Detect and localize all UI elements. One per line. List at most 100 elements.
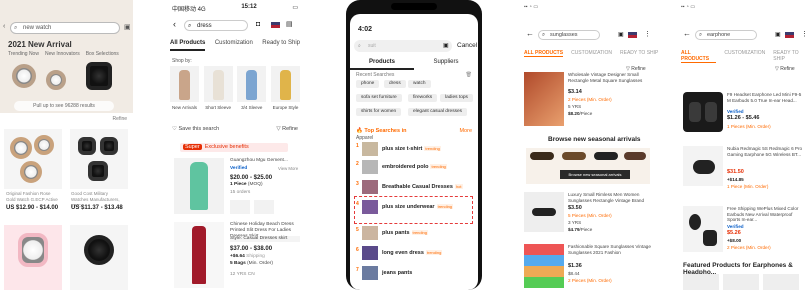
more-icon[interactable]: ⋮	[644, 30, 651, 38]
tab-all-products[interactable]: ALL PRODUCTS	[524, 50, 564, 57]
search-input[interactable]: ⌕ sunglasses	[538, 30, 600, 40]
pill-trending[interactable]: Trending Now	[8, 51, 39, 57]
supplier-years: 12 YRS CN	[230, 272, 255, 277]
product-image[interactable]	[4, 129, 62, 189]
rank-item[interactable]: 1 plus size t-shirt trending	[356, 142, 472, 156]
pill-box[interactable]: Box Selections	[86, 51, 119, 57]
featured-image[interactable]	[683, 274, 719, 290]
cancel-button[interactable]: Cancel	[457, 42, 477, 49]
product-image[interactable]	[524, 192, 564, 232]
save-search-button[interactable]: ♡ Save this search	[172, 126, 219, 132]
sunglasses-image	[624, 152, 646, 160]
tab-suppliers[interactable]: Suppliers	[414, 56, 478, 70]
supplier-title[interactable]: Guangzhou Mgu Gement...	[230, 158, 300, 164]
product-price: $5.26	[727, 230, 741, 236]
search-text: earphone	[707, 32, 731, 38]
product-image[interactable]	[70, 225, 128, 290]
tab-all-products[interactable]: All Products	[170, 40, 206, 51]
tab-all-products[interactable]: ALL PRODUCTS	[681, 50, 717, 63]
product-image[interactable]	[524, 244, 564, 288]
search-text: dress	[197, 23, 212, 29]
refine-button[interactable]: Refine	[113, 116, 127, 122]
flag-icon[interactable]	[271, 22, 280, 28]
back-icon[interactable]: ‹	[173, 19, 176, 29]
tab-ready-to-ship[interactable]: Ready to Ship	[262, 40, 300, 51]
product-title[interactable]: F9 Headset Earphone Led Mini F9-5 M Earb…	[727, 92, 805, 103]
flag-icon[interactable]	[785, 32, 794, 38]
product-image[interactable]	[683, 146, 723, 186]
tab-customization[interactable]: Customization	[215, 40, 253, 51]
notch	[391, 3, 437, 10]
thumb-image[interactable]	[254, 200, 274, 214]
product-title[interactable]: Nubia Redmagic 5S Redmagic 6 Pro Gaming …	[727, 146, 805, 157]
camera-icon[interactable]: ▣	[443, 42, 449, 49]
product-title[interactable]: Luxury Small Rimless Men Women Sunglasse…	[568, 192, 652, 203]
tab-ready-to-ship[interactable]: READY TO SHIP	[620, 50, 658, 57]
product-title[interactable]: Wholesale Vintage Designer Small Rectang…	[568, 72, 652, 83]
recent-chip[interactable]: phone	[356, 80, 380, 88]
back-icon[interactable]: ←	[683, 29, 691, 38]
tab-customization[interactable]: CUSTOMIZATION	[724, 50, 765, 63]
product-image[interactable]	[174, 158, 224, 214]
tab-products[interactable]: Products	[350, 56, 414, 70]
seasonal-banner[interactable]: Browse new seasonal arrivals	[526, 148, 650, 184]
recent-chip[interactable]: dress	[384, 80, 406, 88]
rank-item[interactable]: 3 Breathable Casual Dresses hot	[356, 180, 472, 194]
recent-chip[interactable]: ladies tops	[440, 94, 473, 102]
search-input[interactable]: ⌕ dress	[184, 20, 248, 31]
tab-ready-to-ship[interactable]: READY TO SHIP	[773, 50, 808, 63]
product-image[interactable]	[4, 225, 62, 290]
product-image[interactable]	[683, 206, 723, 252]
flag-icon[interactable]	[628, 32, 637, 38]
recent-chip[interactable]: elegant casual dresses	[408, 108, 468, 116]
style-europe[interactable]: Europe Style	[270, 66, 300, 110]
refine-button[interactable]: ▽ Refine	[276, 126, 298, 132]
rank-item[interactable]: 2 embroidered polo trending	[356, 160, 472, 174]
product-image[interactable]	[174, 222, 224, 288]
message-icon[interactable]: ▣	[618, 31, 624, 38]
status-bar: 中国移动 4G 15:12 ▭	[172, 4, 298, 13]
thumb-image[interactable]	[230, 200, 250, 214]
view-more-link[interactable]: View More	[278, 166, 298, 172]
style-short-sleeve[interactable]: Short Sleeve	[203, 66, 233, 110]
back-icon[interactable]: ←	[526, 29, 534, 38]
pill-innovators[interactable]: New Innovators	[45, 51, 80, 57]
product-price: $1.36	[568, 263, 582, 269]
recent-chip[interactable]: shirts for women	[356, 108, 402, 116]
tab-customization[interactable]: CUSTOMIZATION	[571, 50, 612, 57]
featured-image[interactable]	[763, 274, 799, 290]
camera-icon[interactable]: ▣	[124, 23, 131, 31]
product-title[interactable]: Free Shipping WePlus Mixed Color Earbuds…	[727, 206, 805, 223]
style-three-quarter-sleeve[interactable]: 3/4 Sleeve	[237, 66, 267, 110]
product-image[interactable]	[683, 92, 723, 132]
product-image[interactable]	[70, 129, 128, 189]
search-input[interactable]: ⌕ suit	[354, 40, 452, 52]
menu-icon[interactable]: ▤	[286, 20, 293, 28]
top-searches-category: Apparel	[356, 135, 374, 141]
message-icon[interactable]: ▣	[775, 31, 781, 38]
recent-chip[interactable]: sofa set furniture	[356, 94, 402, 102]
exclusive-benefits-banner[interactable]: Super Exclusive benefits	[180, 143, 288, 152]
product-image[interactable]	[524, 72, 564, 126]
back-icon[interactable]: ‹	[3, 23, 5, 30]
clock: 4:02	[358, 26, 373, 33]
more-link[interactable]: More	[459, 128, 472, 134]
rank-item[interactable]: 6 long even dress trending	[356, 246, 472, 260]
search-input[interactable]: ⌕ earphone	[695, 30, 757, 40]
more-icon[interactable]: ⋮	[801, 30, 808, 38]
refine-button[interactable]: ▽ Refine	[775, 66, 795, 72]
banner-cta[interactable]: Browse new seasonal arrivals	[560, 170, 630, 179]
rank-item[interactable]: 7 jeans pants	[356, 266, 472, 280]
product-title[interactable]: Fashionable Square Sunglasses Vintage Su…	[568, 244, 652, 255]
featured-image[interactable]	[723, 274, 759, 290]
rank-item[interactable]: 5 plus pants trending	[356, 226, 472, 240]
camera-icon[interactable]: ◘	[256, 21, 260, 28]
style-label: New Arrivals	[171, 105, 197, 110]
style-new-arrivals[interactable]: New Arrivals	[170, 66, 199, 110]
recent-chip[interactable]: watch	[408, 80, 431, 88]
search-input[interactable]: ⌕ new watch	[10, 22, 120, 34]
shop-by-label: Shop by:	[172, 58, 192, 64]
trash-icon[interactable]: 🗑	[466, 72, 472, 78]
search-icon: ⌕	[699, 32, 703, 38]
recent-chip[interactable]: fireworks	[408, 94, 438, 102]
